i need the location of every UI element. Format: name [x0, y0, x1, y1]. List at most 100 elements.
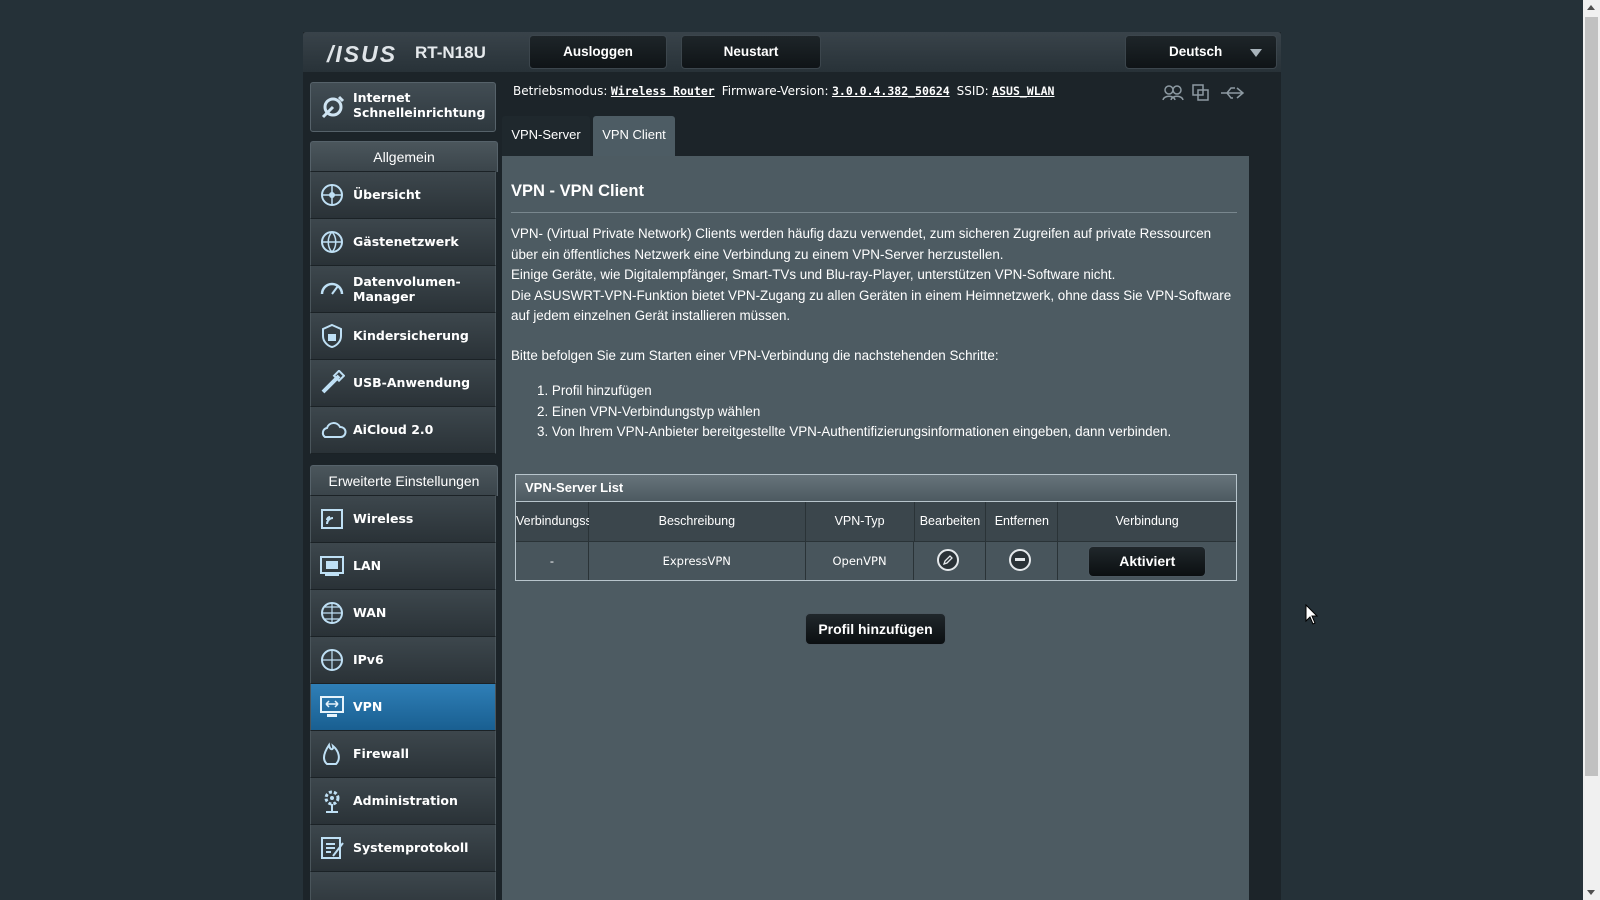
logout-button[interactable]: Ausloggen — [529, 35, 667, 69]
edit-pencil-icon[interactable] — [937, 549, 960, 571]
sidebar-item-ipv6[interactable]: IPv6 — [310, 636, 496, 684]
step-item: 1. Profil hinzufügen — [537, 383, 652, 398]
sidebar-item-label: Kindersicherung — [353, 328, 469, 343]
admin-gear-icon — [324, 790, 340, 813]
sidebar-item-label: Wireless — [353, 511, 414, 526]
sidebar-item-wireless[interactable]: Wireless — [310, 495, 496, 543]
sidebar-item-label: IPv6 — [353, 652, 384, 667]
edit-cell — [914, 542, 987, 580]
network-map-icon — [321, 184, 343, 206]
operation-mode-link[interactable]: Wireless Router — [611, 84, 715, 98]
language-value: Deutsch — [1169, 44, 1223, 59]
status-icons — [1161, 82, 1251, 109]
sidebar-item-label: Administration — [353, 793, 458, 808]
page-scrollbar[interactable] — [1583, 0, 1600, 900]
sidebar-item-label: Firewall — [353, 746, 410, 761]
ipv6-globe-icon — [321, 649, 343, 671]
sidebar-item-label-line2: Manager — [353, 289, 415, 304]
ssid-link[interactable]: ASUS_WLAN — [992, 84, 1054, 98]
scroll-down-icon[interactable] — [1587, 890, 1595, 895]
model-name: RT-N18U — [415, 43, 486, 62]
log-icon — [321, 837, 344, 859]
vpn-server-table: VPN-Server List Verbindungsstatus Beschr… — [515, 474, 1237, 581]
sidebar-item-overview[interactable]: Übersicht — [310, 171, 496, 219]
sidebar-item-label: USB-Anwendung — [353, 375, 471, 390]
steps-list: 1. Profil hinzufügen 2. Einen VPN-Verbin… — [511, 381, 1171, 443]
sidebar-item-label-line1: Datenvolumen- — [353, 274, 461, 289]
sidebar-item-firewall[interactable]: Firewall — [310, 730, 496, 778]
scrollbar-thumb[interactable] — [1585, 17, 1598, 776]
sidebar-item-vpn[interactable]: VPN — [310, 683, 496, 731]
sidebar-item-aicloud[interactable]: AiCloud 2.0 — [310, 406, 496, 454]
quick-setup-line1: Internet — [353, 90, 411, 105]
connection-status-cell: - — [516, 542, 589, 580]
add-profile-button[interactable]: Profil hinzufügen — [805, 613, 946, 645]
tab-vpn-client[interactable]: VPN Client — [593, 116, 675, 156]
wireless-icon — [321, 509, 343, 529]
sidebar-item-wan[interactable]: WAN — [310, 589, 496, 637]
table-title: VPN-Server List — [516, 475, 1236, 502]
column-header: Verbindung — [1058, 502, 1236, 542]
activate-button[interactable]: Aktiviert — [1088, 546, 1207, 577]
clients-icon[interactable] — [1162, 85, 1184, 101]
sidebar-item-lan[interactable]: LAN — [310, 542, 496, 590]
sidebar-item-system-log[interactable]: Systemprotokoll — [310, 824, 496, 872]
reboot-button[interactable]: Neustart — [681, 35, 821, 69]
lock-icon — [322, 323, 342, 349]
sidebar-item-usb-application[interactable]: USB-Anwendung — [310, 359, 496, 407]
general-group-title: Allgemein — [310, 141, 498, 172]
firmware-link[interactable]: 3.0.0.4.382_50624 — [832, 84, 950, 98]
step-item: 2. Einen VPN-Verbindungstyp wählen — [537, 403, 761, 419]
description-cell: ExpressVPN — [588, 542, 806, 580]
connection-cell: Aktiviert — [1058, 542, 1237, 580]
usb-status-icon[interactable] — [1221, 87, 1245, 99]
sidebar-item-label: LAN — [353, 558, 382, 573]
status-bar: Betriebsmodus: Wireless Router Firmware-… — [513, 84, 1054, 98]
cloud-icon — [321, 422, 347, 438]
table-row: - ExpressVPN OpenVPN Aktiviert — [516, 542, 1237, 580]
language-select[interactable]: Deutsch — [1125, 35, 1277, 69]
instructions: Bitte befolgen Sie zum Starten einer VPN… — [511, 348, 999, 363]
remove-minus-icon[interactable] — [1009, 549, 1032, 571]
traffic-gauge-icon — [320, 282, 344, 295]
sidebar-item-traffic-manager[interactable]: Datenvolumen- Manager — [310, 265, 496, 313]
vpn-monitor-icon — [320, 696, 344, 717]
router-frame: /ISUS RT-N18U Ausloggen Neustart Deutsch… — [303, 32, 1281, 900]
tab-vpn-server[interactable]: VPN-Server — [502, 116, 590, 156]
description-line: Einige Geräte, wie Digitalempfänger, Sma… — [511, 267, 1116, 283]
sidebar-item-parental-control[interactable]: Kindersicherung — [310, 312, 496, 360]
sidebar-item-guest-network[interactable]: Gästenetzwerk — [310, 218, 496, 266]
ssid-label: SSID: — [956, 84, 989, 98]
content-panel: VPN - VPN Client VPN- (Virtual Private N… — [502, 156, 1249, 900]
scroll-up-icon[interactable] — [1587, 5, 1595, 10]
sidebar-item-more[interactable] — [310, 871, 496, 900]
description-line: VPN- (Virtual Private Network) Clients w… — [511, 226, 1212, 262]
mouse-cursor-icon — [1305, 604, 1319, 625]
quick-setup-line2: Schnelleinrichtung — [353, 105, 486, 120]
guest-network-icon — [321, 231, 343, 254]
column-header: Beschreibung — [589, 502, 806, 542]
asus-logo: /ISUS — [327, 41, 398, 67]
advanced-group-title: Erweiterte Einstellungen — [310, 465, 498, 496]
table-header-row: Verbindungsstatus Beschreibung VPN-Typ B… — [516, 502, 1236, 542]
remove-cell — [986, 542, 1059, 580]
copy-devices-icon[interactable] — [1192, 84, 1209, 101]
vpn-type-cell: OpenVPN — [805, 542, 915, 580]
usb-icon — [321, 370, 345, 394]
globe-icon — [321, 602, 343, 624]
description-line: Die ASUSWRT-VPN-Funktion bietet VPN-Zuga… — [511, 287, 1232, 324]
step-item: 3. Von Ihrem VPN-Anbieter bereitgestellt… — [537, 424, 1172, 440]
sidebar-item-label: Übersicht — [353, 187, 421, 202]
top-bar: /ISUS RT-N18U Ausloggen Neustart Deutsch — [303, 32, 1281, 72]
firmware-label: Firmware-Version: — [721, 84, 829, 98]
lan-icon — [320, 556, 344, 576]
column-header: VPN-Typ — [805, 502, 915, 542]
sidebar-item-label: VPN — [353, 699, 383, 714]
column-header: Entfernen — [986, 502, 1059, 542]
sidebar-item-label: WAN — [353, 605, 387, 620]
sidebar-item-label: Gästenetzwerk — [353, 234, 459, 249]
sidebar-item-administration[interactable]: Administration — [310, 777, 496, 825]
quick-internet-setup[interactable]: Internet Schnelleinrichtung — [310, 82, 496, 132]
page-title: VPN - VPN Client — [511, 182, 644, 200]
title-divider — [511, 212, 1237, 213]
